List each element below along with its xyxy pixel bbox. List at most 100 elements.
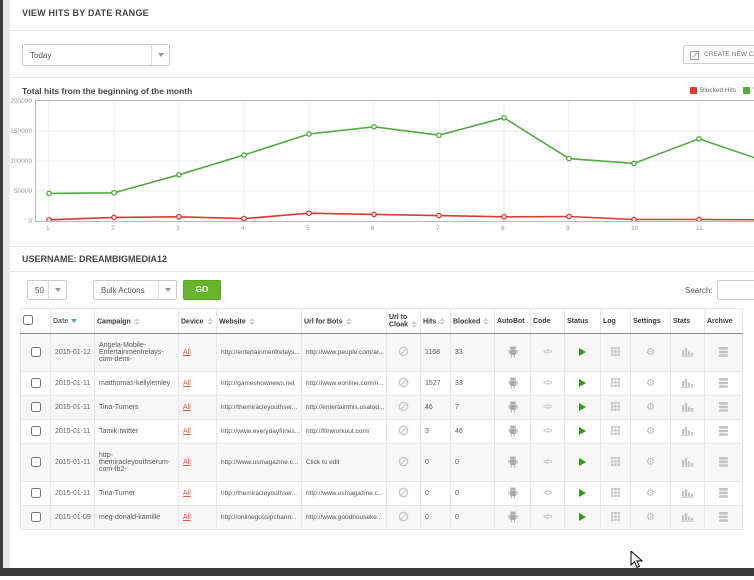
url-for-bots-cell[interactable]: Click to edit bbox=[302, 444, 387, 482]
stats-cell[interactable] bbox=[671, 506, 705, 530]
archive-cell[interactable] bbox=[705, 334, 743, 372]
bulk-actions-select[interactable]: Bulk Actions bbox=[93, 280, 177, 300]
row-checkbox[interactable] bbox=[31, 457, 41, 467]
column-header-website[interactable]: Website bbox=[217, 309, 302, 334]
device-cell[interactable]: All bbox=[179, 506, 217, 530]
autobot-cell[interactable] bbox=[495, 396, 531, 420]
device-link[interactable]: All bbox=[183, 459, 191, 466]
autobot-cell[interactable] bbox=[495, 482, 531, 506]
column-header-url_to_cloak[interactable]: Url to Cloak bbox=[387, 309, 421, 334]
column-header-date[interactable]: Date bbox=[51, 309, 95, 334]
row-select-cell[interactable] bbox=[21, 482, 51, 506]
archive-cell[interactable] bbox=[705, 372, 743, 396]
stats-cell[interactable] bbox=[671, 444, 705, 482]
url-for-bots-cell[interactable]: http://fitnworkout.com/ bbox=[302, 420, 387, 444]
code-cell[interactable]: </> bbox=[531, 396, 565, 420]
url-to-cloak-cell[interactable] bbox=[387, 482, 421, 506]
log-cell[interactable] bbox=[601, 444, 631, 482]
url-for-bots-cell[interactable]: http://www.usmagazine.c... bbox=[302, 482, 387, 506]
device-link[interactable]: All bbox=[183, 428, 191, 435]
settings-cell[interactable]: ⚙ bbox=[631, 420, 671, 444]
code-cell[interactable]: </> bbox=[531, 444, 565, 482]
status-cell[interactable] bbox=[565, 420, 601, 444]
row-select-cell[interactable] bbox=[21, 396, 51, 420]
url-to-cloak-cell[interactable] bbox=[387, 334, 421, 372]
device-cell[interactable]: All bbox=[179, 444, 217, 482]
archive-cell[interactable] bbox=[705, 420, 743, 444]
row-checkbox[interactable] bbox=[31, 378, 41, 388]
status-cell[interactable] bbox=[565, 506, 601, 530]
url-to-cloak-cell[interactable] bbox=[387, 396, 421, 420]
status-cell[interactable] bbox=[565, 372, 601, 396]
url-for-bots-cell[interactable]: http://entertainthis.usatod... bbox=[302, 396, 387, 420]
autobot-cell[interactable] bbox=[495, 506, 531, 530]
code-cell[interactable]: </> bbox=[531, 372, 565, 396]
settings-cell[interactable]: ⚙ bbox=[631, 482, 671, 506]
log-cell[interactable] bbox=[601, 482, 631, 506]
device-cell[interactable]: All bbox=[179, 372, 217, 396]
settings-cell[interactable]: ⚙ bbox=[631, 396, 671, 420]
device-cell[interactable]: All bbox=[179, 482, 217, 506]
autobot-cell[interactable] bbox=[495, 420, 531, 444]
column-header-blocked[interactable]: Blocked bbox=[451, 309, 495, 334]
archive-cell[interactable] bbox=[705, 444, 743, 482]
log-cell[interactable] bbox=[601, 334, 631, 372]
log-cell[interactable] bbox=[601, 372, 631, 396]
row-select-cell[interactable] bbox=[21, 420, 51, 444]
column-header-device[interactable]: Device bbox=[179, 309, 217, 334]
code-cell[interactable]: </> bbox=[531, 482, 565, 506]
website-cell[interactable]: http://www.everydayfitnes... bbox=[217, 420, 302, 444]
log-cell[interactable] bbox=[601, 506, 631, 530]
website-cell[interactable]: http://onlinegossipchann... bbox=[217, 506, 302, 530]
page-size-select[interactable]: 50 bbox=[27, 280, 67, 300]
status-cell[interactable] bbox=[565, 482, 601, 506]
device-cell[interactable]: All bbox=[179, 396, 217, 420]
stats-cell[interactable] bbox=[671, 420, 705, 444]
search-input[interactable] bbox=[717, 280, 754, 300]
settings-cell[interactable]: ⚙ bbox=[631, 506, 671, 530]
device-cell[interactable]: All bbox=[179, 334, 217, 372]
settings-cell[interactable]: ⚙ bbox=[631, 372, 671, 396]
row-select-cell[interactable] bbox=[21, 506, 51, 530]
url-for-bots-cell[interactable]: http://www.people.com/ar... bbox=[302, 334, 387, 372]
row-checkbox[interactable] bbox=[31, 402, 41, 412]
device-link[interactable]: All bbox=[183, 514, 191, 521]
column-header-url_for_bots[interactable]: Url for Bots bbox=[302, 309, 387, 334]
row-checkbox[interactable] bbox=[31, 347, 41, 357]
device-link[interactable]: All bbox=[183, 490, 191, 497]
log-cell[interactable] bbox=[601, 396, 631, 420]
stats-cell[interactable] bbox=[671, 334, 705, 372]
row-select-cell[interactable] bbox=[21, 444, 51, 482]
settings-cell[interactable]: ⚙ bbox=[631, 334, 671, 372]
website-cell[interactable]: http://themiracleyouthser... bbox=[217, 396, 302, 420]
autobot-cell[interactable] bbox=[495, 444, 531, 482]
row-checkbox[interactable] bbox=[31, 488, 41, 498]
url-to-cloak-cell[interactable] bbox=[387, 420, 421, 444]
settings-cell[interactable]: ⚙ bbox=[631, 444, 671, 482]
website-cell[interactable]: http://entertainmentrelays... bbox=[217, 334, 302, 372]
device-cell[interactable]: All bbox=[179, 420, 217, 444]
website-cell[interactable]: http://themiracleyouthser... bbox=[217, 482, 302, 506]
stats-cell[interactable] bbox=[671, 372, 705, 396]
go-button[interactable]: GO bbox=[183, 280, 221, 300]
stats-cell[interactable] bbox=[671, 396, 705, 420]
url-for-bots-cell[interactable]: http://www.goodhouseke... bbox=[302, 506, 387, 530]
select-all-checkbox[interactable] bbox=[23, 315, 33, 325]
archive-cell[interactable] bbox=[705, 506, 743, 530]
status-cell[interactable] bbox=[565, 396, 601, 420]
column-header-select[interactable] bbox=[21, 309, 51, 334]
code-cell[interactable]: </> bbox=[531, 334, 565, 372]
row-select-cell[interactable] bbox=[21, 334, 51, 372]
status-cell[interactable] bbox=[565, 444, 601, 482]
row-checkbox[interactable] bbox=[31, 426, 41, 436]
archive-cell[interactable] bbox=[705, 482, 743, 506]
row-select-cell[interactable] bbox=[21, 372, 51, 396]
log-cell[interactable] bbox=[601, 420, 631, 444]
device-link[interactable]: All bbox=[183, 380, 191, 387]
url-for-bots-cell[interactable]: http://www.eonline.com/n... bbox=[302, 372, 387, 396]
url-to-cloak-cell[interactable] bbox=[387, 444, 421, 482]
autobot-cell[interactable] bbox=[495, 334, 531, 372]
archive-cell[interactable] bbox=[705, 396, 743, 420]
row-checkbox[interactable] bbox=[31, 512, 41, 522]
date-range-select[interactable]: Today bbox=[22, 44, 170, 66]
